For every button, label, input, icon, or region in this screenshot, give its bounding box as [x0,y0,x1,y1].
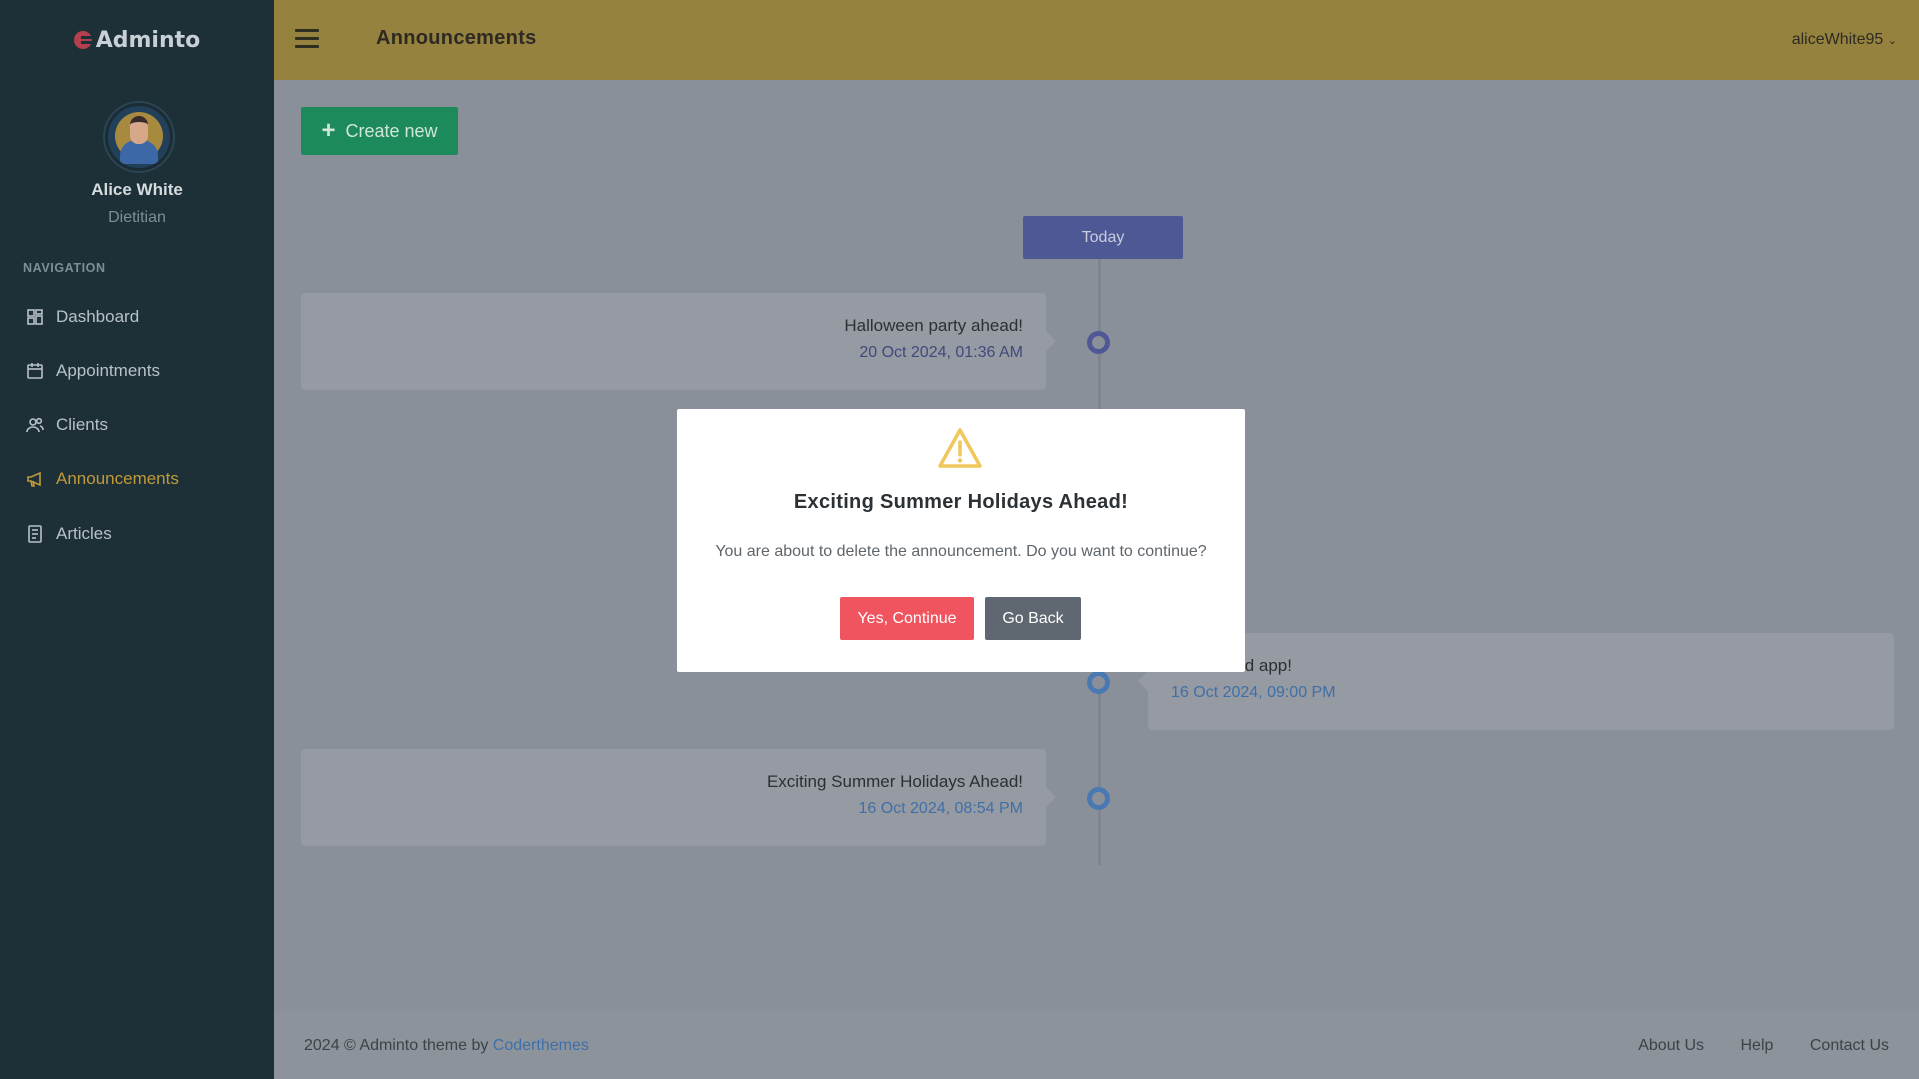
announcement-title: Halloween party ahead! [844,316,1023,335]
avatar[interactable] [105,103,173,171]
announcement-date: 16 Oct 2024, 08:54 PM [858,800,1023,817]
user-menu[interactable]: aliceWhite95 ⌄ [1792,31,1897,49]
warning-icon [938,428,982,468]
logo-icon [73,31,92,49]
sidebar-item-label: Appointments [56,361,160,380]
sidebar-item-articles[interactable]: Articles [26,519,112,549]
user-name[interactable]: Alice White [0,180,274,200]
about-us-link[interactable]: About Us [1638,1037,1704,1054]
sidebar-item-label: Articles [56,524,112,543]
app-logo[interactable]: Adminto [0,28,274,53]
sidebar-item-dashboard[interactable]: Dashboard [26,302,139,332]
coderthemes-link[interactable]: Coderthemes [493,1037,589,1054]
timeline-dot [1087,671,1110,694]
chevron-down-icon: ⌄ [1887,35,1897,47]
footer-links: About Us Help Contact Us [1606,1037,1889,1055]
announcement-title: Exciting Summer Holidays Ahead! [766,772,1023,791]
user-menu-label: aliceWhite95 [1791,31,1884,48]
page-title: Announcements [376,27,537,49]
create-new-button[interactable]: + Create new [301,107,458,155]
plus-icon: + [321,117,336,144]
users-icon [26,417,44,433]
go-back-button[interactable]: Go Back [985,597,1081,640]
topbar: Announcements aliceWhite95 ⌄ [274,0,1919,80]
timeline-card[interactable]: Halloween party ahead! 20 Oct 2024, 01:3… [301,293,1056,390]
nav-section-title: NAVIGATION [23,261,106,275]
help-link[interactable]: Help [1741,1037,1774,1054]
sidebar-item-appointments[interactable]: Appointments [26,356,160,386]
dialog-message: You are about to delete the announcement… [715,543,1207,560]
timeline-dot [1087,787,1110,810]
contact-us-link[interactable]: Contact Us [1810,1037,1889,1054]
sidebar-item-label: Clients [56,415,108,434]
document-icon [28,525,42,543]
footer-copyright: 2024 © Adminto theme by Coderthemes [304,1037,589,1055]
megaphone-icon [27,471,41,487]
sidebar: Adminto Alice White Dietitian NAVIGATION… [0,0,274,1079]
timeline-dot [1087,331,1110,354]
copyright-text: 2024 © Adminto theme by [304,1037,493,1054]
dialog-title: Exciting Summer Holidays Ahead! [793,491,1129,513]
confirm-delete-dialog: Exciting Summer Holidays Ahead! You are … [677,409,1245,672]
create-new-label: Create new [345,120,438,141]
footer: 2024 © Adminto theme by Coderthemes Abou… [274,1011,1919,1079]
user-role: Dietitian [108,209,166,226]
dashboard-icon [27,309,43,325]
confirm-button[interactable]: Yes, Continue [840,597,974,640]
announcement-date: 20 Oct 2024, 01:36 AM [859,344,1023,361]
calendar-icon [27,363,43,379]
menu-toggle-icon[interactable] [295,29,319,51]
today-badge: Today [1023,216,1183,259]
timeline-card[interactable]: Exciting Summer Holidays Ahead! 16 Oct 2… [301,749,1056,846]
sidebar-item-label: Dashboard [56,307,140,326]
timeline-card[interactable]: ew android app! 16 Oct 2024, 09:00 PM [1138,633,1894,730]
sidebar-item-clients[interactable]: Clients [26,410,108,440]
app-name: Adminto [95,28,201,53]
sidebar-item-label: Announcements [56,469,179,488]
sidebar-item-announcements[interactable]: Announcements [26,464,179,494]
announcement-date: 16 Oct 2024, 09:00 PM [1171,684,1336,701]
